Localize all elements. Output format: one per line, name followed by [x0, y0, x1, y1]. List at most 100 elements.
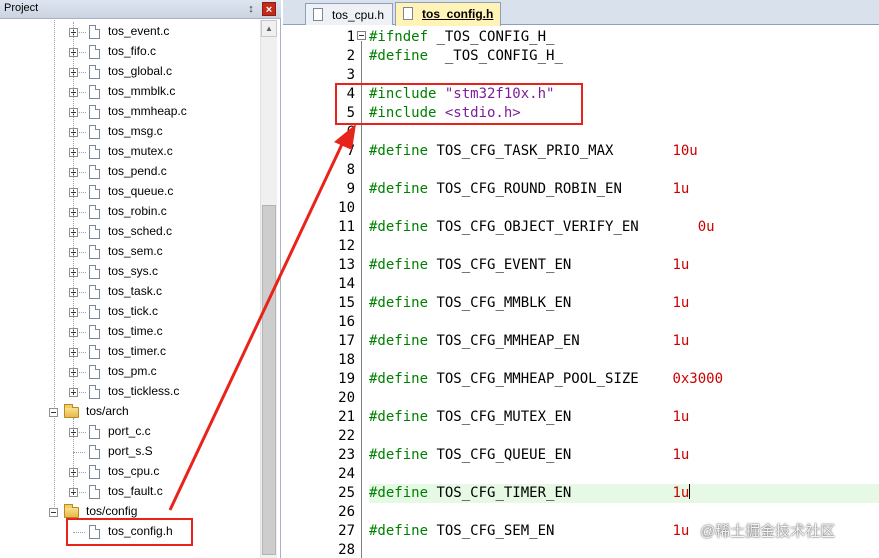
collapse-minus-icon[interactable]	[49, 508, 58, 517]
tree-file-item[interactable]: tos_fifo.c	[0, 42, 260, 62]
tree-connector	[79, 192, 86, 193]
tree-file-item[interactable]: tos_mmheap.c	[0, 102, 260, 122]
code-line[interactable]: #define TOS_CFG_QUEUE_EN 1u	[369, 446, 879, 465]
code-token: TOS_CFG_MMHEAP_POOL_SIZE	[428, 371, 673, 387]
code-token: TOS_CFG_MMHEAP_EN	[428, 333, 673, 349]
code-line[interactable]	[369, 389, 879, 408]
code-token: #define	[369, 257, 429, 273]
tree-file-item[interactable]: tos_sem.c	[0, 242, 260, 262]
tree-file-item[interactable]: tos_time.c	[0, 322, 260, 342]
tree-file-item[interactable]: tos_tickless.c	[0, 382, 260, 402]
code-line[interactable]	[369, 237, 879, 256]
scroll-thumb[interactable]	[262, 205, 276, 555]
code-line[interactable]: #define TOS_CFG_MMHEAP_EN 1u	[369, 332, 879, 351]
file-icon	[89, 225, 100, 239]
file-icon	[89, 285, 100, 299]
code-line[interactable]: #ifndef _TOS_CONFIG_H_	[369, 28, 879, 47]
code-line[interactable]: #define TOS_CFG_MUTEX_EN 1u	[369, 408, 879, 427]
tree-file-item[interactable]: tos_mmblk.c	[0, 82, 260, 102]
line-number: 8	[346, 162, 355, 178]
file-icon	[89, 125, 100, 139]
collapse-minus-icon[interactable]	[49, 408, 58, 417]
tree-file-item[interactable]: tos_global.c	[0, 62, 260, 82]
tree-connector	[79, 352, 86, 353]
code-line[interactable]	[369, 161, 879, 180]
tree-file-label: tos_queue.c	[108, 184, 174, 198]
code-line[interactable]: #define TOS_CFG_MMHEAP_POOL_SIZE 0x3000	[369, 370, 879, 389]
tree-file-label: tos_time.c	[108, 324, 163, 338]
line-number: 10	[338, 200, 355, 216]
tree-group-item[interactable]: tos/arch	[0, 402, 260, 422]
file-icon	[89, 25, 100, 39]
project-panel: Project ↕ × tos_event.c tos_fifo.c tos_glo…	[0, 0, 281, 558]
file-icon	[89, 145, 100, 159]
line-number: 14	[338, 276, 355, 292]
tree-connector	[73, 452, 85, 453]
code-line[interactable]: #define TOS_CFG_OBJECT_VERIFY_EN 0u	[369, 218, 879, 237]
line-number: 13	[338, 257, 355, 273]
tab-tos_cpu-h[interactable]: tos_cpu.h	[305, 3, 393, 25]
code-token: #ifndef	[369, 29, 429, 45]
code-line[interactable]: #define _TOS_CONFIG_H_	[369, 47, 879, 66]
code-line[interactable]: #define TOS_CFG_EVENT_EN 1u	[369, 256, 879, 275]
tree-connector	[79, 132, 86, 133]
code-line[interactable]	[369, 123, 879, 142]
tree-connector	[79, 492, 86, 493]
code-line[interactable]	[369, 541, 879, 558]
tree-file-item[interactable]: tos_mutex.c	[0, 142, 260, 162]
file-icon	[89, 465, 100, 479]
tree-file-item[interactable]: tos_robin.c	[0, 202, 260, 222]
tree-file-item[interactable]: tos_pm.c	[0, 362, 260, 382]
fold-collapse-icon[interactable]	[357, 31, 366, 40]
code-line[interactable]	[369, 275, 879, 294]
code-line[interactable]	[369, 427, 879, 446]
file-icon	[89, 425, 100, 439]
code-token: TOS_CFG_OBJECT_VERIFY_EN	[428, 219, 698, 235]
code-line[interactable]: #define TOS_CFG_ROUND_ROBIN_EN 1u	[369, 180, 879, 199]
code-line[interactable]	[369, 199, 879, 218]
tree-file-item[interactable]: tos_cpu.c	[0, 462, 260, 482]
line-number: 2	[346, 48, 355, 64]
tree-file-label: tos_sched.c	[108, 224, 173, 238]
tree-file-label: tos_tick.c	[108, 304, 159, 318]
tree-connector	[79, 52, 86, 53]
tree-file-item[interactable]: port_c.c	[0, 422, 260, 442]
tree-file-item[interactable]: tos_msg.c	[0, 122, 260, 142]
code-token: #define	[369, 181, 429, 197]
code-token: TOS_CFG_MUTEX_EN	[428, 409, 673, 425]
code-line[interactable]: #define TOS_CFG_TASK_PRIO_MAX 10u	[369, 142, 879, 161]
code-token: TOS_CFG_QUEUE_EN	[428, 447, 673, 463]
tree-file-item[interactable]: tos_pend.c	[0, 162, 260, 182]
code-line[interactable]	[369, 351, 879, 370]
tab-tos_config-h[interactable]: tos_config.h	[395, 2, 501, 26]
code-token: #define	[369, 295, 429, 311]
pin-icon[interactable]: ↕	[244, 2, 258, 16]
code-token: _TOS_CONFIG_H_	[428, 29, 555, 45]
code-token: TOS_CFG_TIMER_EN	[428, 485, 673, 501]
code-line[interactable]: #define TOS_CFG_TIMER_EN 1u	[369, 484, 879, 503]
tree-file-item[interactable]: tos_queue.c	[0, 182, 260, 202]
tree-file-item[interactable]: tos_sched.c	[0, 222, 260, 242]
tree-file-label: tos_fault.c	[108, 484, 163, 498]
code-line[interactable]: #define TOS_CFG_MMBLK_EN 1u	[369, 294, 879, 313]
tree-connector	[79, 372, 86, 373]
project-tree-scrollbar[interactable]: ▲	[260, 20, 277, 558]
tree-file-item[interactable]: port_s.S	[0, 442, 260, 462]
close-panel-icon[interactable]: ×	[262, 2, 276, 16]
code-line[interactable]	[369, 465, 879, 484]
tree-file-item[interactable]: tos_event.c	[0, 22, 260, 42]
line-number: 23	[338, 447, 355, 463]
tree-file-item[interactable]: tos_tick.c	[0, 302, 260, 322]
tree-file-label: tos_pend.c	[108, 164, 167, 178]
code-line[interactable]	[369, 313, 879, 332]
tree-file-item[interactable]: tos_sys.c	[0, 262, 260, 282]
document-icon	[313, 8, 323, 21]
project-tree[interactable]: tos_event.c tos_fifo.c tos_global.c tos_mmb…	[0, 20, 260, 558]
tree-file-item[interactable]: tos_timer.c	[0, 342, 260, 362]
tree-file-item[interactable]: tos_fault.c	[0, 482, 260, 502]
tree-file-item[interactable]: tos_task.c	[0, 282, 260, 302]
scroll-up-arrow-icon[interactable]: ▲	[261, 20, 277, 37]
tree-connector	[79, 332, 86, 333]
tree-connector	[79, 292, 86, 293]
tree-file-label: port_c.c	[108, 424, 151, 438]
